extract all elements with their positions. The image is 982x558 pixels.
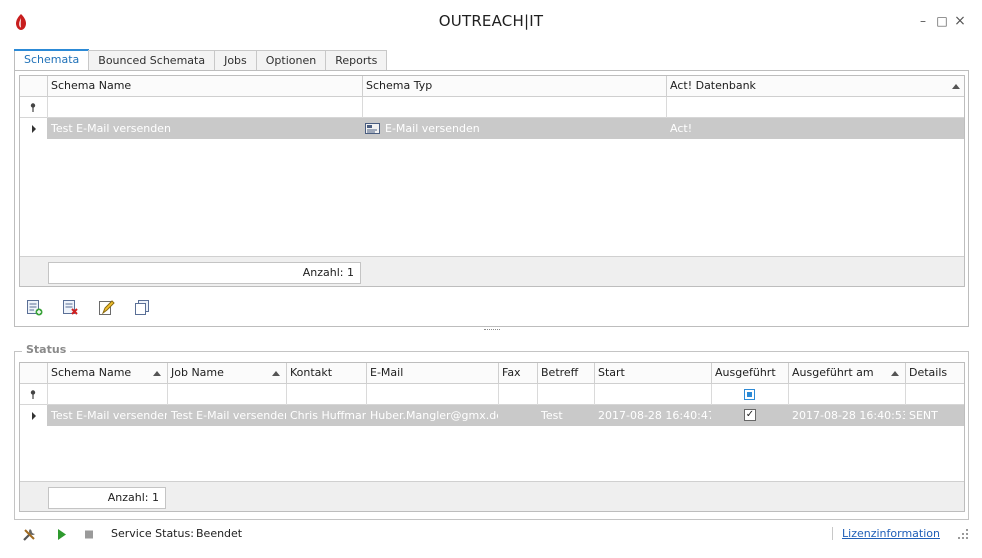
schemata-grid: Schema Name Schema Typ Act! Datenbank Te… [19,75,965,287]
minimize-icon[interactable]: – [915,13,931,29]
close-icon[interactable]: × [952,13,968,29]
filter-kontakt[interactable] [286,384,367,405]
column-header-act-datenbank-label: Act! Datenbank [670,79,756,92]
tab-jobs[interactable]: Jobs [214,50,257,71]
status-grid: Schema Name Job Name Kontakt E-Mail Fax … [19,362,965,512]
column-header-start[interactable]: Start [594,363,712,384]
status-filter-row [20,384,964,405]
play-icon[interactable] [54,527,69,542]
cell-schema-name: Test E-Mail versenden [51,409,167,422]
filter-details[interactable] [905,384,964,405]
main-tabs: Schemata Bounced Schemata Jobs Optionen … [14,49,388,71]
schemata-grid-footer: Anzahl: 1 [20,256,964,286]
column-header-ausgefuehrt[interactable]: Ausgeführt [711,363,789,384]
cell-kontakt: Chris Huffman [290,409,366,422]
filter-ausgefuehrt[interactable] [711,384,789,405]
filter-indicator-cell [20,97,48,118]
filter-betreff[interactable] [537,384,595,405]
column-header-schema-typ[interactable]: Schema Typ [362,76,667,97]
table-row[interactable]: Test E-Mail versenden E-Mail versenden A… [47,118,964,139]
tab-schemata[interactable]: Schemata [14,49,90,71]
app-title: OUTREACH|IT [438,12,544,30]
column-header-schema-name[interactable]: Schema Name [47,363,168,384]
resize-grip-icon[interactable] [958,529,968,539]
tab-reports[interactable]: Reports [325,50,388,71]
service-status-value: Beendet [196,527,243,540]
license-info-link[interactable]: Lizenzinformation [832,527,940,540]
schemata-count: Anzahl: 1 [48,262,361,284]
filter-fax[interactable] [498,384,538,405]
panel-splitter[interactable] [484,329,500,332]
filter-ausgefuehrt-am[interactable] [788,384,906,405]
sort-ascending-icon [272,371,280,376]
cell-ausgefuehrt-am: 2017-08-28 16:40:53 [792,409,905,422]
filter-schema-name[interactable] [47,384,168,405]
column-header-schema-name-label: Schema Name [51,366,132,379]
status-bar: Service Status: Beendet Lizenzinformatio… [0,522,982,546]
new-schema-icon[interactable] [26,299,43,316]
status-count: Anzahl: 1 [48,487,166,509]
column-header-act-datenbank[interactable]: Act! Datenbank [666,76,964,97]
copy-schema-icon[interactable] [134,299,151,316]
service-status-label: Service Status: [111,527,194,540]
status-grid-header: Schema Name Job Name Kontakt E-Mail Fax … [20,363,964,384]
schemata-filter-row [20,97,964,118]
cell-schema-name: Test E-Mail versenden [51,122,171,135]
tools-icon[interactable] [22,527,37,542]
ausgefuehrt-checkbox: ✓ [744,409,756,421]
cell-schema-typ: E-Mail versenden [385,122,480,135]
column-header-details[interactable]: Details [905,363,964,384]
row-indicator-arrow-icon [32,125,36,133]
column-header-schema-name[interactable]: Schema Name [47,76,363,97]
sort-ascending-icon [891,371,899,376]
column-header-ausgefuehrt-am-label: Ausgeführt am [792,366,874,379]
column-header-fax[interactable]: Fax [498,363,538,384]
filter-schema-typ[interactable] [362,97,667,118]
status-grid-footer: Anzahl: 1 [20,481,964,511]
column-header-email[interactable]: E-Mail [366,363,499,384]
filter-start[interactable] [594,384,712,405]
filter-indicator-cell [20,384,48,405]
row-indicator-arrow-icon [32,412,36,420]
column-header-betreff[interactable]: Betreff [537,363,595,384]
row-indicator-header [20,76,48,97]
cell-act-datenbank: Act! [670,122,693,135]
cell-start: 2017-08-28 16:40:47 [598,409,711,422]
edit-schema-icon[interactable] [98,299,115,316]
row-indicator-header [20,363,48,384]
stop-icon[interactable] [82,527,97,542]
filter-ausgefuehrt-checkbox[interactable] [744,389,755,400]
cell-job-name: Test E-Mail versenden [171,409,286,422]
delete-schema-icon[interactable] [62,299,79,316]
schemata-grid-header: Schema Name Schema Typ Act! Datenbank [20,76,964,97]
filter-email[interactable] [366,384,499,405]
cell-betreff: Test [541,409,563,422]
email-type-icon [365,123,380,134]
maximize-icon[interactable]: □ [934,13,950,29]
cell-fax [498,405,537,426]
column-header-job-name-label: Job Name [171,366,224,379]
cell-details: SENT [909,409,938,422]
table-row[interactable]: Test E-Mail versenden Test E-Mail versen… [47,405,964,426]
filter-job-name[interactable] [167,384,287,405]
filter-schema-name[interactable] [47,97,363,118]
cell-email: Huber.Mangler@gmx.de [370,409,498,422]
column-header-job-name[interactable]: Job Name [167,363,287,384]
column-header-ausgefuehrt-am[interactable]: Ausgeführt am [788,363,906,384]
column-header-kontakt[interactable]: Kontakt [286,363,367,384]
sort-ascending-icon [952,84,960,89]
filter-act-datenbank[interactable] [666,97,964,118]
sort-ascending-icon [153,371,161,376]
tab-optionen[interactable]: Optionen [255,50,327,71]
tab-bounced-schemata[interactable]: Bounced Schemata [88,50,216,71]
status-group-caption: Status [22,343,71,356]
